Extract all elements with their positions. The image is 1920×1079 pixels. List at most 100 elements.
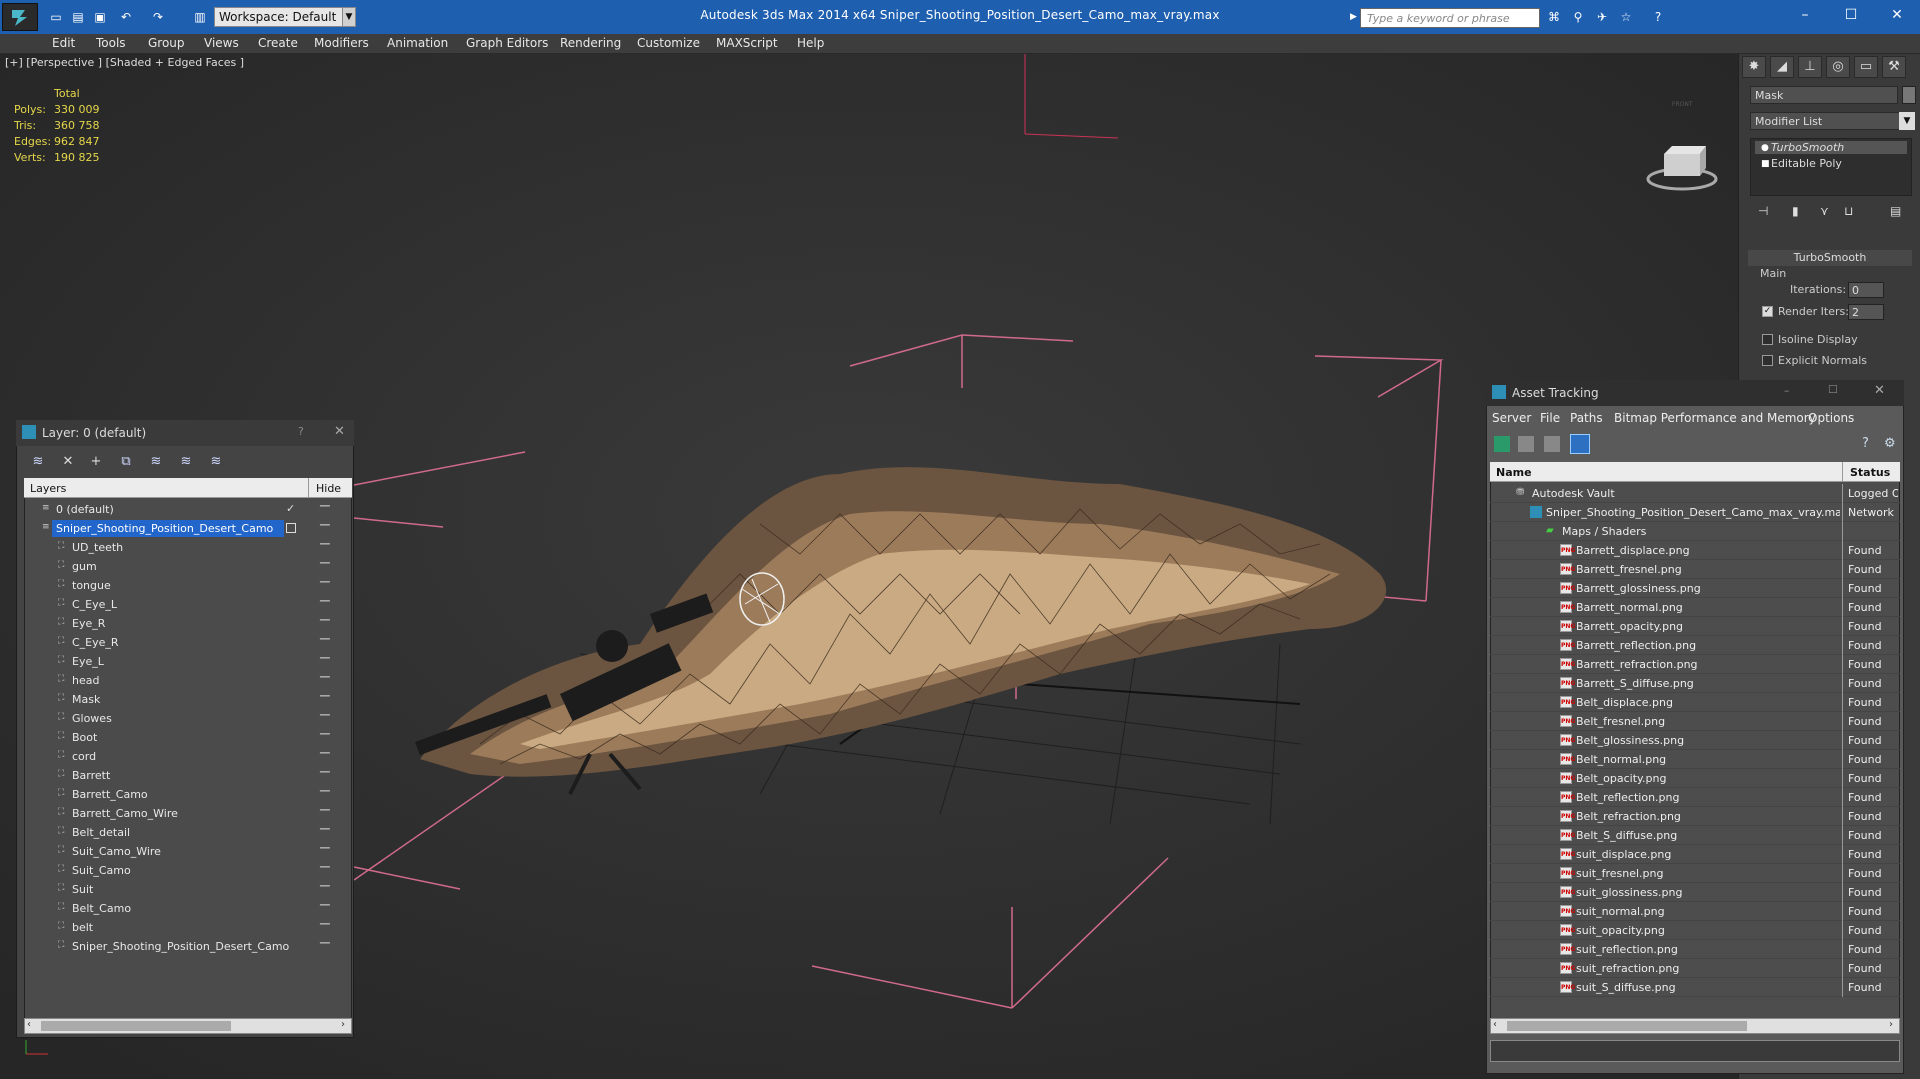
asset-map-row[interactable]: PNG Belt_fresnel.png Found [1490,712,1900,731]
app-logo-icon[interactable] [2,3,38,31]
asset-map-row[interactable]: PNG Barrett_normal.png Found [1490,598,1900,617]
hide-toggle[interactable]: ━━ [320,502,330,512]
asset-map-row[interactable]: PNG suit_glossiness.png Found [1490,883,1900,902]
refresh-icon[interactable] [1494,436,1510,452]
delete-layer-icon[interactable]: ✕ [58,452,78,472]
hide-toggle[interactable]: ━━ [320,939,330,949]
maximize-button[interactable]: ☐ [1828,0,1874,30]
asset-map-row[interactable]: PNG suit_S_diffuse.png Found [1490,978,1900,997]
hide-toggle[interactable]: ━━ [320,844,330,854]
menu-create[interactable]: Create [258,36,298,50]
asset-map-row[interactable]: PNG Barrett_reflection.png Found [1490,636,1900,655]
asset-map-row[interactable]: PNG Belt_opacity.png Found [1490,769,1900,788]
menu-rendering[interactable]: Rendering [560,36,621,50]
asset-map-row[interactable]: PNG Belt_displace.png Found [1490,693,1900,712]
iterations-spinner[interactable]: 0 [1848,282,1884,298]
object-row[interactable]: ⛶ tongue ━━ [24,576,352,595]
table-view-icon[interactable] [1570,434,1590,454]
object-row[interactable]: ⛶ Glowes ━━ [24,709,352,728]
asset-map-row[interactable]: PNG suit_fresnel.png Found [1490,864,1900,883]
asset-map-row[interactable]: PNG Barrett_refraction.png Found [1490,655,1900,674]
modifier-list-dropdown[interactable]: Modifier List [1750,112,1900,130]
object-row[interactable]: ⛶ cord ━━ [24,747,352,766]
layer-manager-titlebar[interactable]: Layer: 0 (default) ? ✕ [16,420,354,446]
help-icon[interactable]: ? [298,425,304,438]
help-icon[interactable]: ? [1862,436,1869,451]
object-row[interactable]: ⛶ Boot ━━ [24,728,352,747]
menu-group[interactable]: Group [148,36,185,50]
hide-toggle[interactable]: ━━ [320,597,330,607]
menu-customize[interactable]: Customize [637,36,700,50]
create-tab-icon[interactable]: ✸ [1742,56,1766,78]
hide-toggle[interactable]: ━━ [320,768,330,778]
hide-toggle[interactable]: ━━ [320,692,330,702]
pin-stack-icon[interactable]: ⊣ [1758,204,1768,218]
explicit-normals-checkbox[interactable] [1762,355,1773,366]
object-row[interactable]: ⛶ Suit_Camo ━━ [24,861,352,880]
layer-hscrollbar[interactable]: ‹ › [24,1018,352,1034]
subscription-icon[interactable]: ⚲ [1570,9,1586,25]
hide-toggle[interactable]: ━━ [320,901,330,911]
asset-menu-paths[interactable]: Paths [1570,411,1603,425]
asset-map-row[interactable]: PNG Belt_normal.png Found [1490,750,1900,769]
layers-column-header[interactable]: Layers [30,482,66,495]
expand-icon[interactable]: ■ [1761,159,1770,169]
modify-tab-icon[interactable]: ◢ [1770,56,1794,78]
hide-toggle[interactable]: ━━ [320,654,330,664]
configure-sets-icon[interactable]: ▤ [1890,204,1901,218]
asset-map-row[interactable]: PNG suit_opacity.png Found [1490,921,1900,940]
asset-row-maps-folder[interactable]: ▰ Maps / Shaders [1490,522,1900,541]
new-file-icon[interactable]: ▭ [48,9,64,25]
object-row[interactable]: ⛶ Belt_Camo ━━ [24,899,352,918]
object-row[interactable]: ⛶ Suit ━━ [24,880,352,899]
asset-map-row[interactable]: PNG suit_normal.png Found [1490,902,1900,921]
asset-tracking-titlebar[interactable]: Asset Tracking – ☐ ✕ [1486,380,1904,406]
asset-row-max-file[interactable]: Sniper_Shooting_Position_Desert_Camo_max… [1490,503,1900,522]
help-icon[interactable]: ? [1650,9,1666,25]
settings-icon[interactable]: ⚙ [1884,436,1896,451]
asset-menu-server[interactable]: Server [1492,411,1531,425]
chevron-down-icon[interactable]: ▼ [342,7,356,27]
asset-menu-file[interactable]: File [1540,411,1560,425]
layer-row-selected[interactable]: ≡ Sniper_Shooting_Position_Desert_Camo ━━ [24,519,352,538]
object-name-field[interactable]: Mask [1750,86,1898,104]
hide-column-header[interactable]: Hide [316,482,341,495]
object-row[interactable]: ⛶ belt ━━ [24,918,352,937]
menu-tools[interactable]: Tools [96,36,126,50]
hide-toggle[interactable]: ━━ [320,730,330,740]
asset-menu-bitmap[interactable]: Bitmap Performance and Memory [1614,411,1816,425]
hide-toggle[interactable]: ━━ [320,787,330,797]
hide-toggle[interactable]: ━━ [320,540,330,550]
asset-hscrollbar[interactable]: ‹ › [1490,1018,1900,1034]
show-end-result-icon[interactable]: ▮ [1792,204,1799,218]
asset-map-row[interactable]: PNG suit_reflection.png Found [1490,940,1900,959]
hide-toggle[interactable]: ━━ [320,920,330,930]
asset-map-row[interactable]: PNG suit_refraction.png Found [1490,959,1900,978]
project-folder-icon[interactable]: ▥ [192,9,208,25]
object-row[interactable]: ⛶ C_Eye_R ━━ [24,633,352,652]
hide-toggle[interactable]: ━━ [320,673,330,683]
asset-map-row[interactable]: PNG Belt_glossiness.png Found [1490,731,1900,750]
object-row[interactable]: ⛶ Barrett ━━ [24,766,352,785]
object-row[interactable]: ⛶ gum ━━ [24,557,352,576]
list-view-icon[interactable] [1518,436,1534,452]
communication-icon[interactable]: ✈ [1594,9,1610,25]
create-layer-icon[interactable]: ≋ [28,452,48,472]
hide-toggle[interactable]: ━━ [320,806,330,816]
open-file-icon[interactable]: ▤ [70,9,86,25]
object-row[interactable]: ⛶ Mask ━━ [24,690,352,709]
asset-map-row[interactable]: PNG Belt_reflection.png Found [1490,788,1900,807]
object-row[interactable]: ⛶ Barrett_Camo_Wire ━━ [24,804,352,823]
remove-modifier-icon[interactable]: ⊔ [1844,204,1853,218]
object-row[interactable]: ⛶ Barrett_Camo ━━ [24,785,352,804]
redo-icon[interactable]: ↷ [150,9,166,25]
hide-toggle[interactable]: ━━ [320,635,330,645]
hierarchy-tab-icon[interactable]: ⊥ [1798,56,1822,78]
asset-map-row[interactable]: PNG Barrett_glossiness.png Found [1490,579,1900,598]
name-column-header[interactable]: Name [1496,466,1532,479]
menu-help[interactable]: Help [797,36,824,50]
binoculars-icon[interactable]: ⌘ [1546,9,1562,25]
maximize-icon[interactable]: ☐ [1828,383,1838,396]
menu-views[interactable]: Views [204,36,239,50]
display-tab-icon[interactable]: ▭ [1854,56,1878,78]
